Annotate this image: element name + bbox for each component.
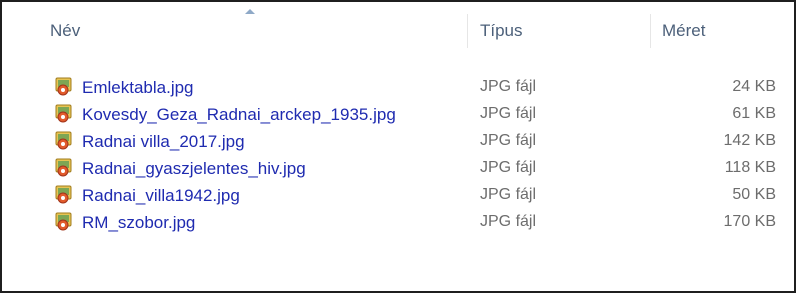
file-name[interactable]: Kovesdy_Geza_Radnai_arckep_1935.jpg bbox=[82, 105, 396, 125]
file-type: JPG fájl bbox=[480, 186, 537, 203]
file-size: 142 KB bbox=[723, 132, 776, 149]
column-header-type[interactable]: Típus bbox=[480, 21, 523, 41]
file-row[interactable]: Kovesdy_Geza_Radnai_arckep_1935.jpg JPG … bbox=[2, 101, 794, 127]
file-size: 50 KB bbox=[732, 186, 776, 203]
column-divider[interactable] bbox=[650, 14, 651, 48]
column-header-name[interactable]: Név bbox=[50, 21, 80, 41]
column-divider[interactable] bbox=[467, 14, 468, 48]
file-type: JPG fájl bbox=[480, 132, 537, 149]
jpg-file-icon bbox=[55, 212, 72, 231]
file-row[interactable]: RM_szobor.jpg JPG fájl 170 KB bbox=[2, 209, 794, 235]
jpg-file-icon bbox=[55, 185, 72, 204]
file-row[interactable]: Emlektabla.jpg JPG fájl 24 KB bbox=[2, 74, 794, 100]
file-row[interactable]: Radnai villa_2017.jpg JPG fájl 142 KB bbox=[2, 128, 794, 154]
file-name[interactable]: Radnai_gyaszjelentes_hiv.jpg bbox=[82, 159, 306, 179]
jpg-file-icon bbox=[55, 77, 72, 96]
file-type: JPG fájl bbox=[480, 105, 537, 122]
sort-ascending-icon[interactable] bbox=[245, 9, 255, 14]
column-header-size[interactable]: Méret bbox=[662, 21, 705, 41]
file-row[interactable]: Radnai_gyaszjelentes_hiv.jpg JPG fájl 11… bbox=[2, 155, 794, 181]
column-header-bar: Név Típus Méret bbox=[2, 2, 794, 50]
file-name[interactable]: Radnai_villa1942.jpg bbox=[82, 186, 240, 206]
file-size: 118 KB bbox=[724, 159, 776, 176]
file-type: JPG fájl bbox=[480, 78, 537, 95]
file-name[interactable]: Emlektabla.jpg bbox=[82, 78, 194, 98]
file-size: 61 KB bbox=[732, 105, 776, 122]
file-row[interactable]: Radnai_villa1942.jpg JPG fájl 50 KB bbox=[2, 182, 794, 208]
file-name[interactable]: RM_szobor.jpg bbox=[82, 213, 195, 233]
jpg-file-icon bbox=[55, 131, 72, 150]
file-type: JPG fájl bbox=[480, 159, 537, 176]
file-list-window: Név Típus Méret Emlektabla.jpg JPG fájl … bbox=[0, 0, 796, 293]
file-size: 24 KB bbox=[732, 78, 776, 95]
jpg-file-icon bbox=[55, 104, 72, 123]
file-name[interactable]: Radnai villa_2017.jpg bbox=[82, 132, 245, 152]
jpg-file-icon bbox=[55, 158, 72, 177]
file-type: JPG fájl bbox=[480, 213, 537, 230]
file-size: 170 KB bbox=[723, 213, 776, 230]
